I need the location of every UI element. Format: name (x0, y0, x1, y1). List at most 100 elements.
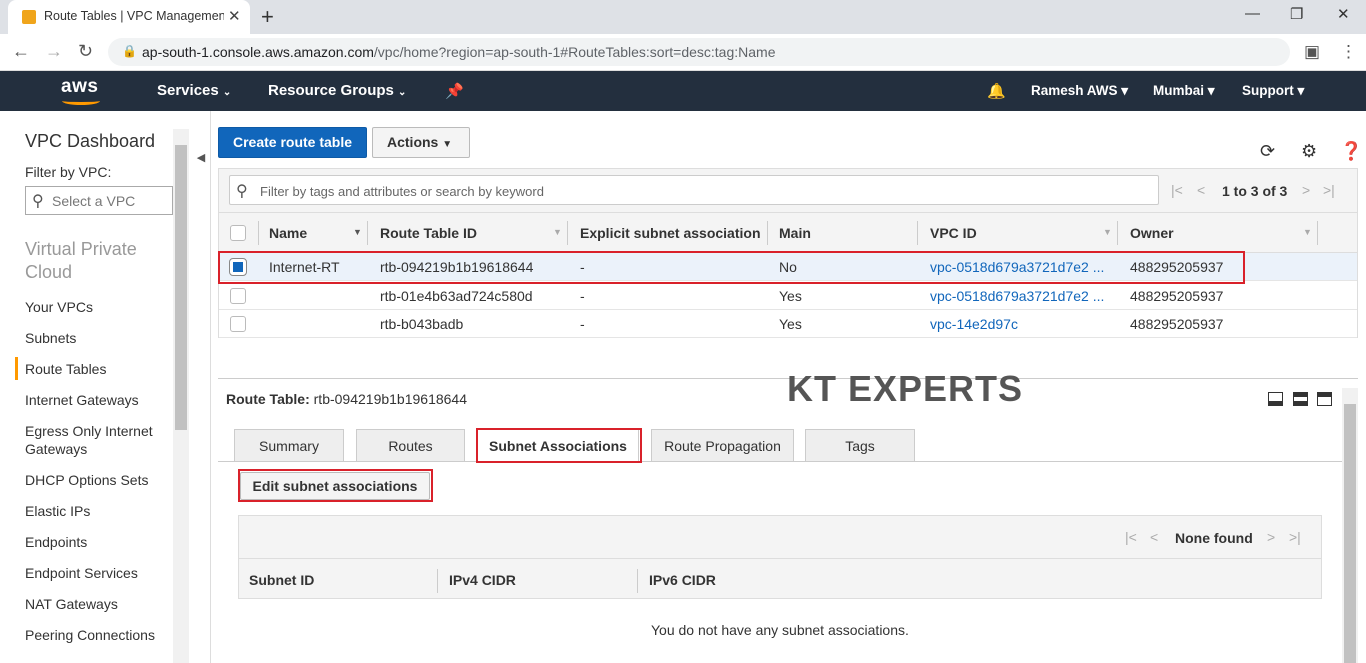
sidebar-item-route-tables[interactable]: Route Tables (25, 360, 175, 378)
first-page-icon[interactable]: |< (1125, 529, 1137, 545)
services-menu[interactable]: Services ⌄ (157, 82, 231, 99)
prev-page-icon[interactable]: < (1150, 529, 1158, 545)
vpc-filter-placeholder: Select a VPC (52, 193, 136, 209)
pane-minimize-icon[interactable] (1268, 392, 1283, 406)
url-path: /vpc/home?region=ap-south-1#RouteTables:… (373, 44, 776, 60)
gear-icon[interactable]: ⚙ (1301, 141, 1317, 162)
vpc-filter-select[interactable]: ⚲ Select a VPC (25, 186, 173, 215)
close-tab-icon[interactable]: ✕ (228, 7, 241, 25)
aws-favicon-icon (22, 10, 36, 24)
select-all-checkbox[interactable] (230, 225, 246, 241)
resource-groups-menu[interactable]: Resource Groups ⌄ (268, 82, 406, 99)
cell-vpc-link[interactable]: vpc-0518d679a3721d7e2 ... (930, 288, 1110, 304)
back-icon[interactable]: ← (12, 41, 30, 62)
watermark-text: KT EXPERTS (787, 368, 1024, 409)
region-menu[interactable]: Mumbai ▾ (1153, 83, 1215, 99)
refresh-icon[interactable]: ⟳ (1260, 141, 1275, 162)
last-page-icon[interactable]: >| (1323, 182, 1335, 198)
minimize-icon[interactable]: — (1245, 5, 1260, 22)
prev-page-icon[interactable]: < (1197, 182, 1205, 198)
cell-assoc: - (580, 316, 585, 332)
col-route-table-id[interactable]: Route Table ID (380, 225, 477, 241)
sidebar-item-elastic-ips[interactable]: Elastic IPs (25, 502, 175, 520)
tab-summary[interactable]: Summary (234, 429, 344, 462)
subnet-associations-grid: |< < None found > >| Subnet ID IPv4 CIDR… (238, 515, 1322, 599)
highlight-subnet-tab (476, 428, 642, 463)
detail-scroll-thumb[interactable] (1344, 404, 1356, 663)
bell-icon[interactable]: 🔔 (987, 82, 1006, 100)
tab-tags[interactable]: Tags (805, 429, 915, 462)
aws-logo[interactable]: aws (61, 76, 98, 98)
pane-maximize-icon[interactable] (1317, 392, 1332, 406)
next-page-icon[interactable]: > (1302, 182, 1310, 198)
table-row[interactable]: rtb-b043badb - Yes vpc-14e2d97c 48829520… (219, 310, 1357, 338)
services-label: Services (157, 82, 219, 99)
sidebar-item-subnets[interactable]: Subnets (25, 329, 175, 347)
col-main[interactable]: Main (779, 225, 811, 241)
row-checkbox[interactable] (230, 288, 246, 304)
sort-icon[interactable]: ▼ (1303, 227, 1312, 237)
sidebar-item-peering[interactable]: Peering Connections (25, 626, 175, 644)
tab-route-propagation[interactable]: Route Propagation (651, 429, 794, 462)
col-vpc-id[interactable]: VPC ID (930, 225, 977, 241)
sidebar-item-egress-gateways[interactable]: Egress Only Internet Gateways (25, 422, 165, 458)
sidebar-item-endpoint-services[interactable]: Endpoint Services (25, 564, 175, 582)
resource-groups-label: Resource Groups (268, 82, 394, 99)
highlight-selected-row (218, 251, 1245, 284)
col-name[interactable]: Name (269, 225, 307, 241)
reload-icon[interactable]: ↻ (78, 41, 93, 62)
sort-desc-icon[interactable]: ▼ (353, 227, 362, 237)
first-page-icon[interactable]: |< (1171, 182, 1183, 198)
detail-route-table-id: rtb-094219b1b19618644 (313, 391, 468, 407)
sidebar-divider (210, 111, 211, 663)
account-menu[interactable]: Ramesh AWS ▾ (1031, 83, 1128, 99)
col-divider (567, 221, 568, 245)
col-divider (258, 221, 259, 245)
search-icon: ⚲ (236, 183, 248, 200)
empty-state-message: You do not have any subnet associations. (651, 622, 909, 638)
region-label: Mumbai (1153, 83, 1205, 98)
sidebar-item-nat-gateways[interactable]: NAT Gateways (25, 595, 175, 613)
new-tab-icon[interactable]: + (261, 4, 274, 30)
url-bar[interactable]: 🔒 ap-south-1.console.aws.amazon.com/vpc/… (108, 38, 1290, 66)
create-route-table-button[interactable]: Create route table (218, 127, 367, 158)
col-ipv4-cidr[interactable]: IPv4 CIDR (449, 572, 516, 588)
tab-routes[interactable]: Routes (356, 429, 465, 462)
row-checkbox[interactable] (230, 316, 246, 332)
filter-input[interactable]: ⚲ Filter by tags and attributes or searc… (229, 175, 1159, 205)
pin-icon[interactable]: 📌 (445, 82, 464, 100)
collapse-sidebar-icon[interactable]: ◀ (193, 146, 209, 170)
col-owner[interactable]: Owner (1130, 225, 1174, 241)
sidebar-item-endpoints[interactable]: Endpoints (25, 533, 175, 551)
detail-title: Route Table: rtb-094219b1b19618644 (226, 391, 467, 407)
restore-icon[interactable]: ❐ (1290, 5, 1303, 23)
search-icon: ⚲ (32, 193, 44, 210)
help-icon[interactable]: ❓ (1340, 141, 1362, 162)
sidebar-item-your-vpcs[interactable]: Your VPCs (25, 298, 175, 316)
cell-vpc-link[interactable]: vpc-14e2d97c (930, 316, 1110, 332)
table-row[interactable]: rtb-01e4b63ad724c580d - Yes vpc-0518d679… (219, 282, 1357, 310)
sidebar-scroll-thumb[interactable] (175, 145, 187, 430)
browser-menu-icon[interactable]: ⋮ (1340, 42, 1357, 62)
extension-icon[interactable]: ▣ (1304, 42, 1320, 62)
sidebar-item-dhcp[interactable]: DHCP Options Sets (25, 471, 175, 489)
last-page-icon[interactable]: >| (1289, 529, 1301, 545)
next-page-icon[interactable]: > (1267, 529, 1275, 545)
col-explicit-assoc[interactable]: Explicit subnet association (580, 225, 760, 241)
cell-main: Yes (779, 288, 802, 304)
filter-placeholder: Filter by tags and attributes or search … (260, 184, 544, 199)
tab-underline (218, 461, 1342, 462)
sidebar-dashboard-link[interactable]: VPC Dashboard (25, 131, 155, 152)
pane-split-icon[interactable] (1293, 392, 1308, 406)
close-window-icon[interactable]: ✕ (1337, 5, 1350, 23)
actions-button[interactable]: Actions ▼ (372, 127, 470, 158)
browser-tab[interactable]: Route Tables | VPC Management ✕ (8, 0, 250, 34)
sort-icon[interactable]: ▼ (1103, 227, 1112, 237)
sort-icon[interactable]: ▼ (553, 227, 562, 237)
support-menu[interactable]: Support ▾ (1242, 83, 1304, 99)
lock-icon: 🔒 (122, 44, 137, 58)
col-subnet-id[interactable]: Subnet ID (249, 572, 314, 588)
forward-icon[interactable]: → (45, 41, 63, 62)
sidebar-item-internet-gateways[interactable]: Internet Gateways (25, 391, 175, 409)
col-ipv6-cidr[interactable]: IPv6 CIDR (649, 572, 716, 588)
